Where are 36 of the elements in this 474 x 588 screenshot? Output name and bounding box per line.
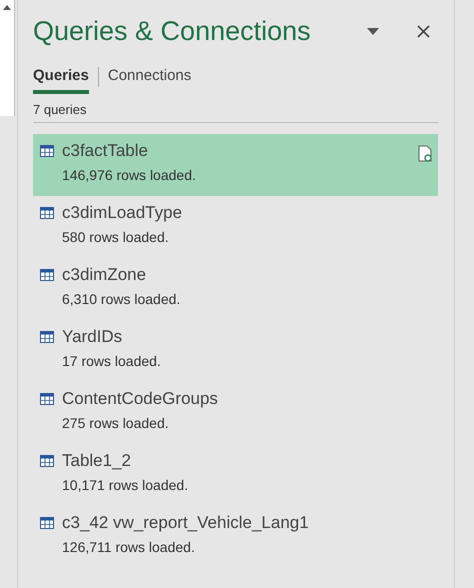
rows-loaded-text: 146,976 rows loaded. bbox=[61, 166, 197, 183]
rows-loaded-text: 10,171 rows loaded. bbox=[61, 476, 190, 493]
query-item[interactable]: c3factTable 146,976 rows loaded. bbox=[33, 134, 438, 196]
query-name: Table1_2 bbox=[62, 451, 132, 471]
scroll-up-icon[interactable] bbox=[3, 5, 11, 10]
tab[interactable]: Connections bbox=[108, 66, 192, 94]
query-item[interactable]: c3dimZone 6,310 rows loaded. bbox=[33, 258, 438, 320]
table-icon bbox=[40, 455, 54, 467]
dropdown-icon[interactable] bbox=[367, 28, 379, 34]
rows-loaded-text: 17 rows loaded. bbox=[61, 352, 162, 369]
tab[interactable]: Queries bbox=[33, 66, 89, 94]
query-name: YardIDs bbox=[62, 327, 124, 347]
query-item[interactable]: c3_42 vw_report_Vehicle_Lang1 126,711 rows loaded. bbox=[33, 506, 438, 568]
table-icon bbox=[40, 207, 54, 219]
table-icon bbox=[40, 145, 54, 157]
query-name: c3dimZone bbox=[62, 265, 148, 285]
rows-loaded-text: 275 rows loaded. bbox=[61, 414, 170, 431]
table-icon bbox=[40, 517, 54, 529]
rows-loaded-text: 6,310 rows loaded. bbox=[61, 290, 182, 307]
query-name: c3_42 vw_report_Vehicle_Lang1 bbox=[62, 513, 310, 533]
refresh-icon[interactable] bbox=[418, 144, 432, 162]
pane-title: Queries & Connections bbox=[33, 16, 312, 46]
query-item[interactable]: c3dimLoadType 580 rows loaded. bbox=[33, 196, 438, 258]
table-icon bbox=[40, 331, 54, 343]
rows-loaded-text: 126,711 rows loaded. bbox=[61, 538, 196, 555]
query-name: c3factTable bbox=[62, 141, 149, 161]
query-item[interactable]: ContentCodeGroups 275 rows loaded. bbox=[33, 382, 438, 444]
table-icon bbox=[40, 269, 54, 281]
query-item[interactable]: Table1_2 10,171 rows loaded. bbox=[33, 444, 438, 506]
query-item[interactable]: YardIDs 17 rows loaded. bbox=[33, 320, 438, 382]
table-icon bbox=[40, 393, 54, 405]
query-name: c3dimLoadType bbox=[62, 203, 184, 223]
rows-loaded-text: 580 rows loaded. bbox=[61, 228, 170, 245]
query-name: ContentCodeGroups bbox=[62, 389, 219, 409]
query-count: 7 queries bbox=[33, 96, 438, 123]
close-icon[interactable] bbox=[417, 24, 430, 38]
